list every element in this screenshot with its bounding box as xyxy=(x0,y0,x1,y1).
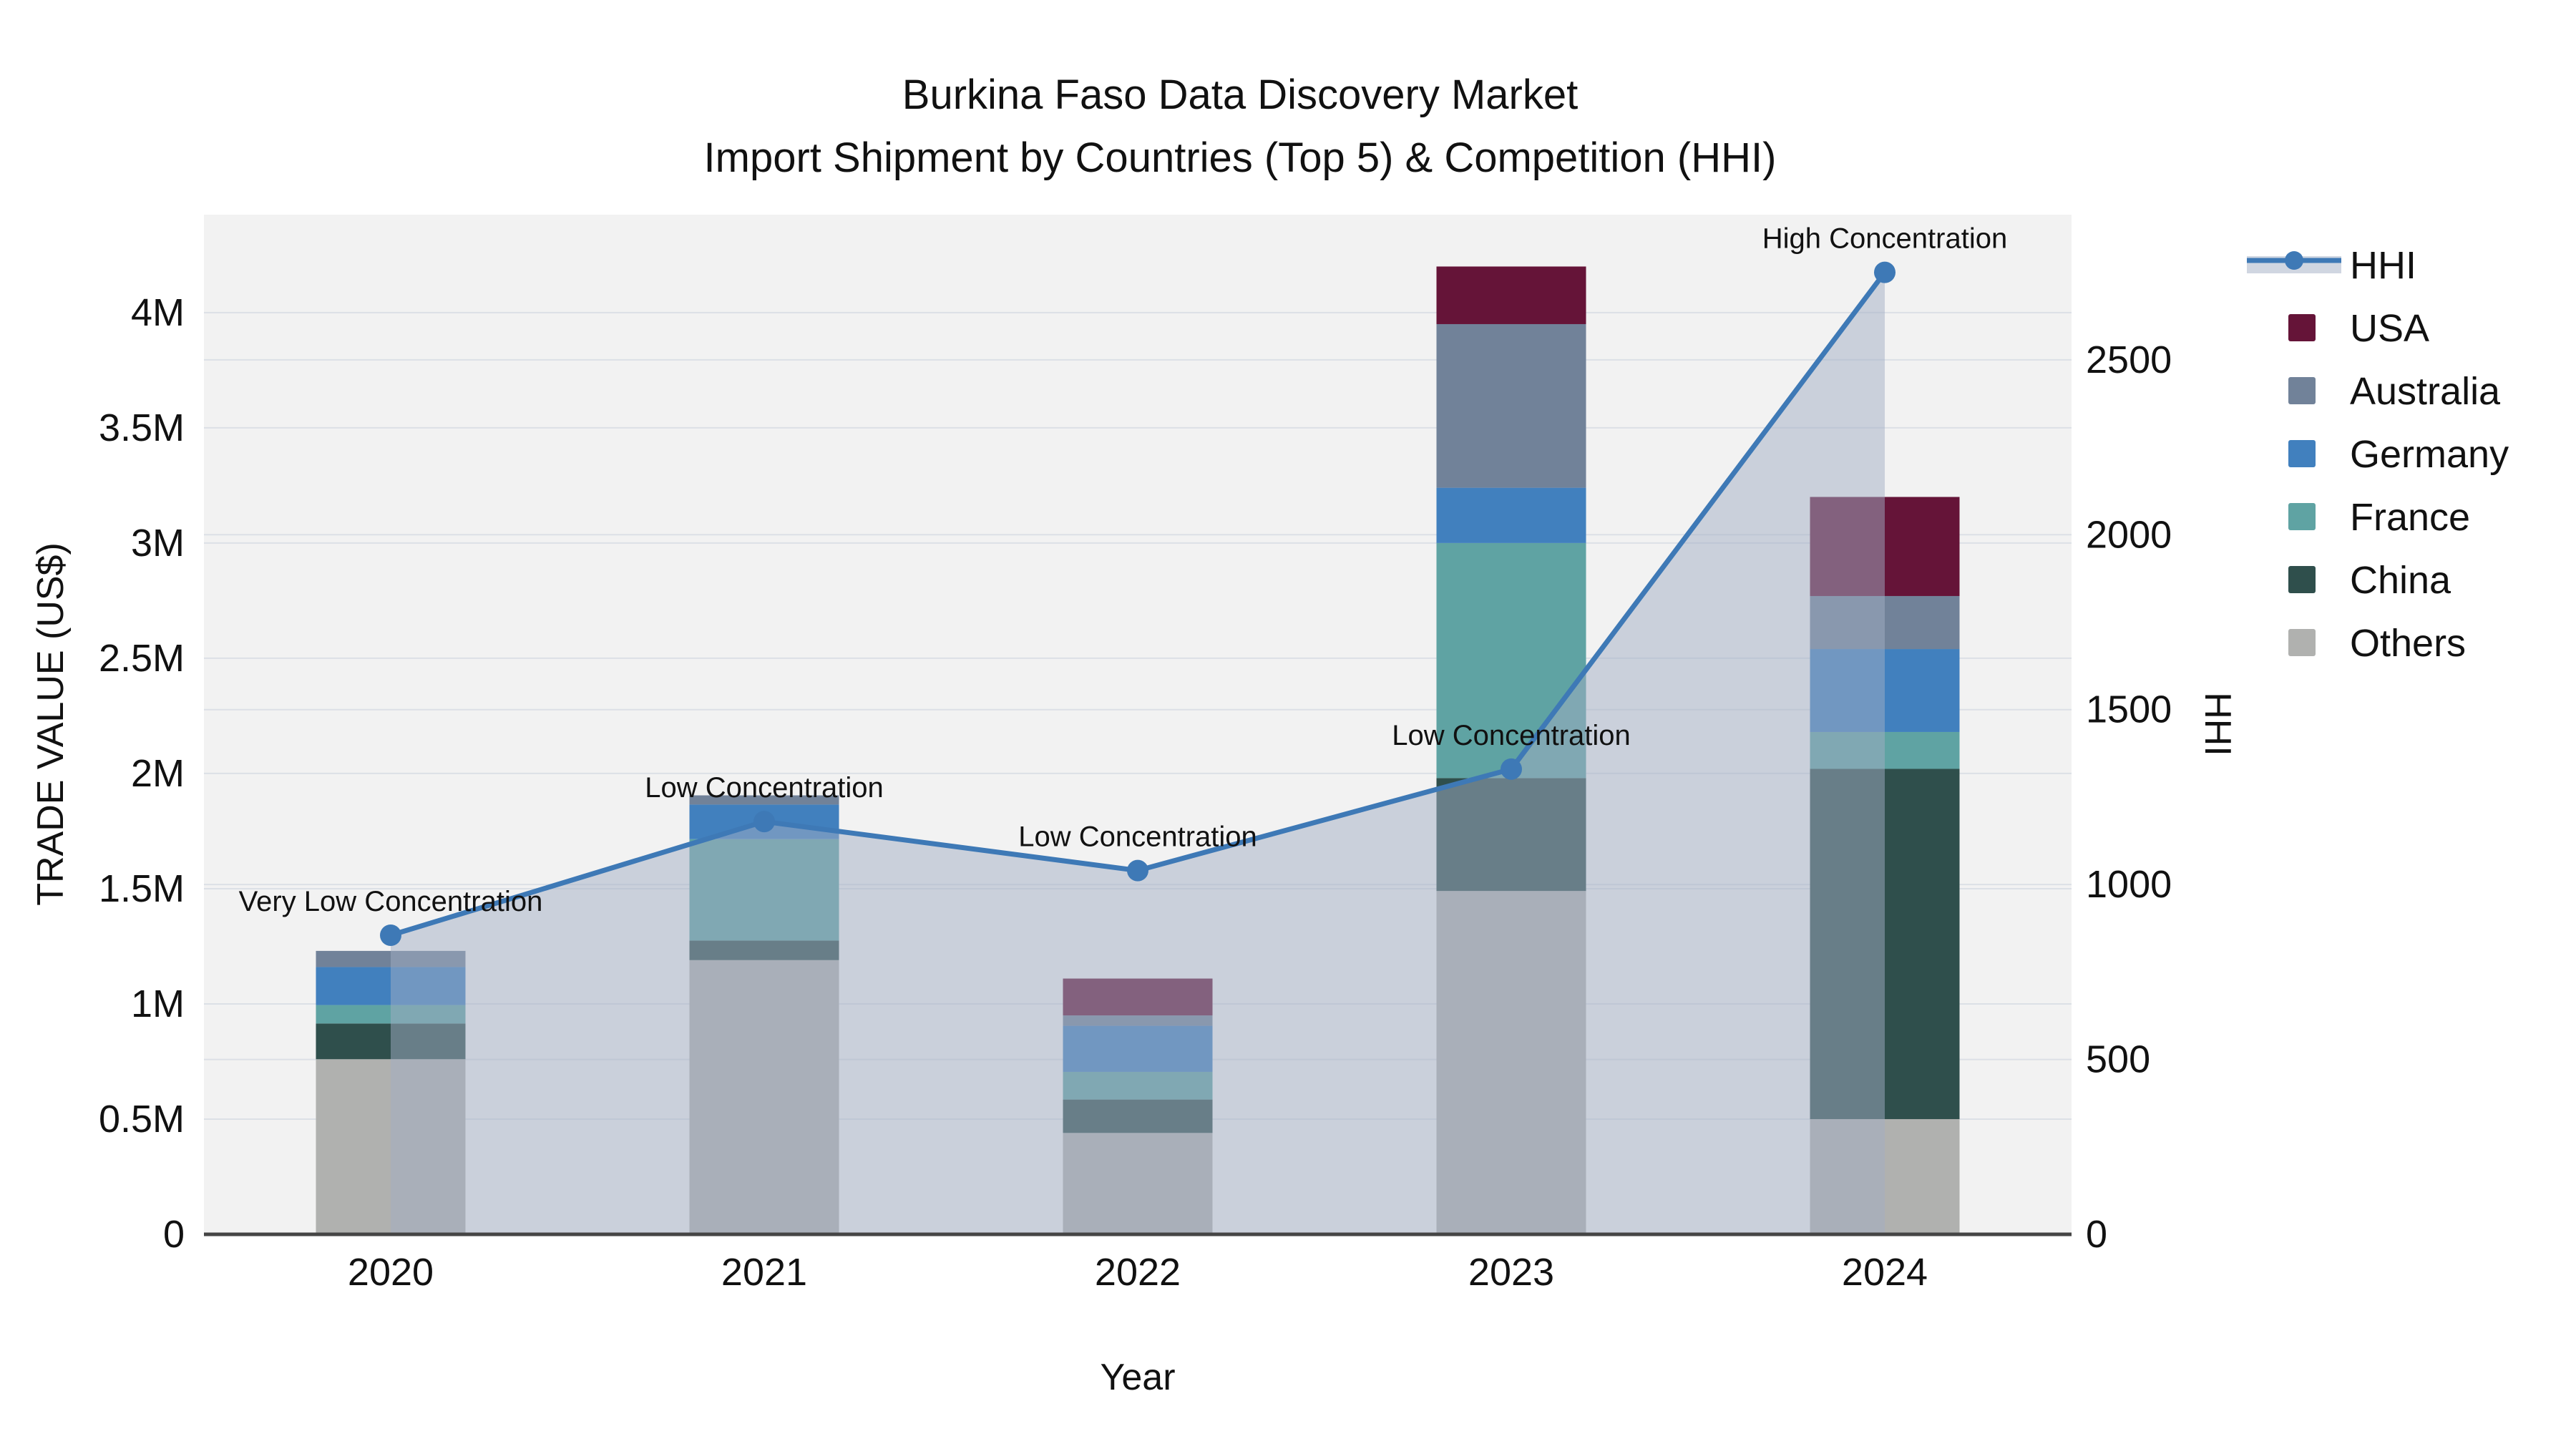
bar-segment-2023-germany[interactable] xyxy=(1436,487,1586,543)
right-axis-title: HHI xyxy=(2197,692,2238,756)
hhi-marker-2020[interactable] xyxy=(380,924,401,947)
left-tick-0.5M: 0.5M xyxy=(99,1098,185,1141)
left-tick-2M: 2M xyxy=(131,752,185,795)
legend: HHI USA Australia Germany France China Others xyxy=(2247,244,2509,665)
legend-hhi-marker-icon xyxy=(2285,251,2303,270)
right-tick-500: 500 xyxy=(2086,1038,2150,1081)
legend-item-usa[interactable]: USA xyxy=(2288,307,2429,350)
legend-label-australia: Australia xyxy=(2350,370,2501,413)
legend-swatch-australia xyxy=(2288,377,2316,404)
right-tick-0: 0 xyxy=(2086,1213,2107,1256)
bar-segment-2023-usa[interactable] xyxy=(1436,266,1586,324)
left-tick-3M: 3M xyxy=(131,522,185,565)
legend-label-germany: Germany xyxy=(2350,433,2509,476)
legend-item-others[interactable]: Others xyxy=(2288,622,2466,665)
x-tick-2021: 2021 xyxy=(721,1251,807,1294)
legend-label-hhi: HHI xyxy=(2350,244,2416,287)
legend-label-usa: USA xyxy=(2350,307,2429,350)
legend-item-australia[interactable]: Australia xyxy=(2288,370,2501,413)
right-tick-2000: 2000 xyxy=(2086,513,2172,556)
chart-canvas: Very Low Concentration Low Concentration L… xyxy=(30,72,2509,1398)
chart-title-line2: Import Shipment by Countries (Top 5) & C… xyxy=(704,135,1777,181)
legend-item-china[interactable]: China xyxy=(2288,559,2451,602)
chart-title-line1: Burkina Faso Data Discovery Market xyxy=(902,72,1578,118)
legend-item-hhi[interactable]: HHI xyxy=(2247,244,2416,287)
left-tick-3.5M: 3.5M xyxy=(99,406,185,449)
x-axis-title: Year xyxy=(1100,1357,1175,1398)
legend-label-china: China xyxy=(2350,559,2451,602)
legend-swatch-germany xyxy=(2288,440,2316,467)
hhi-marker-2021[interactable] xyxy=(753,811,775,833)
x-tick-2023: 2023 xyxy=(1468,1251,1554,1294)
left-tick-1M: 1M xyxy=(131,982,185,1025)
legend-item-germany[interactable]: Germany xyxy=(2288,433,2509,476)
legend-swatch-china xyxy=(2288,566,2316,593)
hhi-marker-2023[interactable] xyxy=(1501,758,1522,780)
legend-swatch-usa xyxy=(2288,314,2316,341)
left-tick-1.5M: 1.5M xyxy=(99,867,185,910)
right-tick-2500: 2500 xyxy=(2086,338,2172,381)
figure: Very Low Concentration Low Concentration L… xyxy=(0,0,2576,1449)
bar-segment-2023-australia[interactable] xyxy=(1436,323,1586,488)
left-tick-4M: 4M xyxy=(131,291,185,334)
left-tick-0: 0 xyxy=(163,1213,185,1256)
x-tick-2024: 2024 xyxy=(1842,1251,1928,1294)
left-tick-2.5M: 2.5M xyxy=(99,637,185,680)
legend-label-france: France xyxy=(2350,496,2470,539)
legend-swatch-others xyxy=(2288,629,2316,656)
legend-label-others: Others xyxy=(2350,622,2466,665)
annotation-2023: Low Concentration xyxy=(1392,720,1631,751)
annotation-2020: Very Low Concentration xyxy=(239,886,543,917)
hhi-marker-2022[interactable] xyxy=(1127,859,1148,882)
x-tick-2022: 2022 xyxy=(1095,1251,1181,1294)
right-tick-1500: 1500 xyxy=(2086,688,2172,731)
right-tick-1000: 1000 xyxy=(2086,863,2172,906)
legend-swatch-france xyxy=(2288,503,2316,530)
annotation-2024: High Concentration xyxy=(1762,223,2007,255)
annotation-2022: Low Concentration xyxy=(1018,821,1257,853)
x-tick-2020: 2020 xyxy=(348,1251,434,1294)
hhi-marker-2024[interactable] xyxy=(1874,261,1896,283)
annotation-2021: Low Concentration xyxy=(645,772,884,804)
left-axis-title: TRADE VALUE (US$) xyxy=(30,542,72,906)
legend-item-france[interactable]: France xyxy=(2288,496,2470,539)
